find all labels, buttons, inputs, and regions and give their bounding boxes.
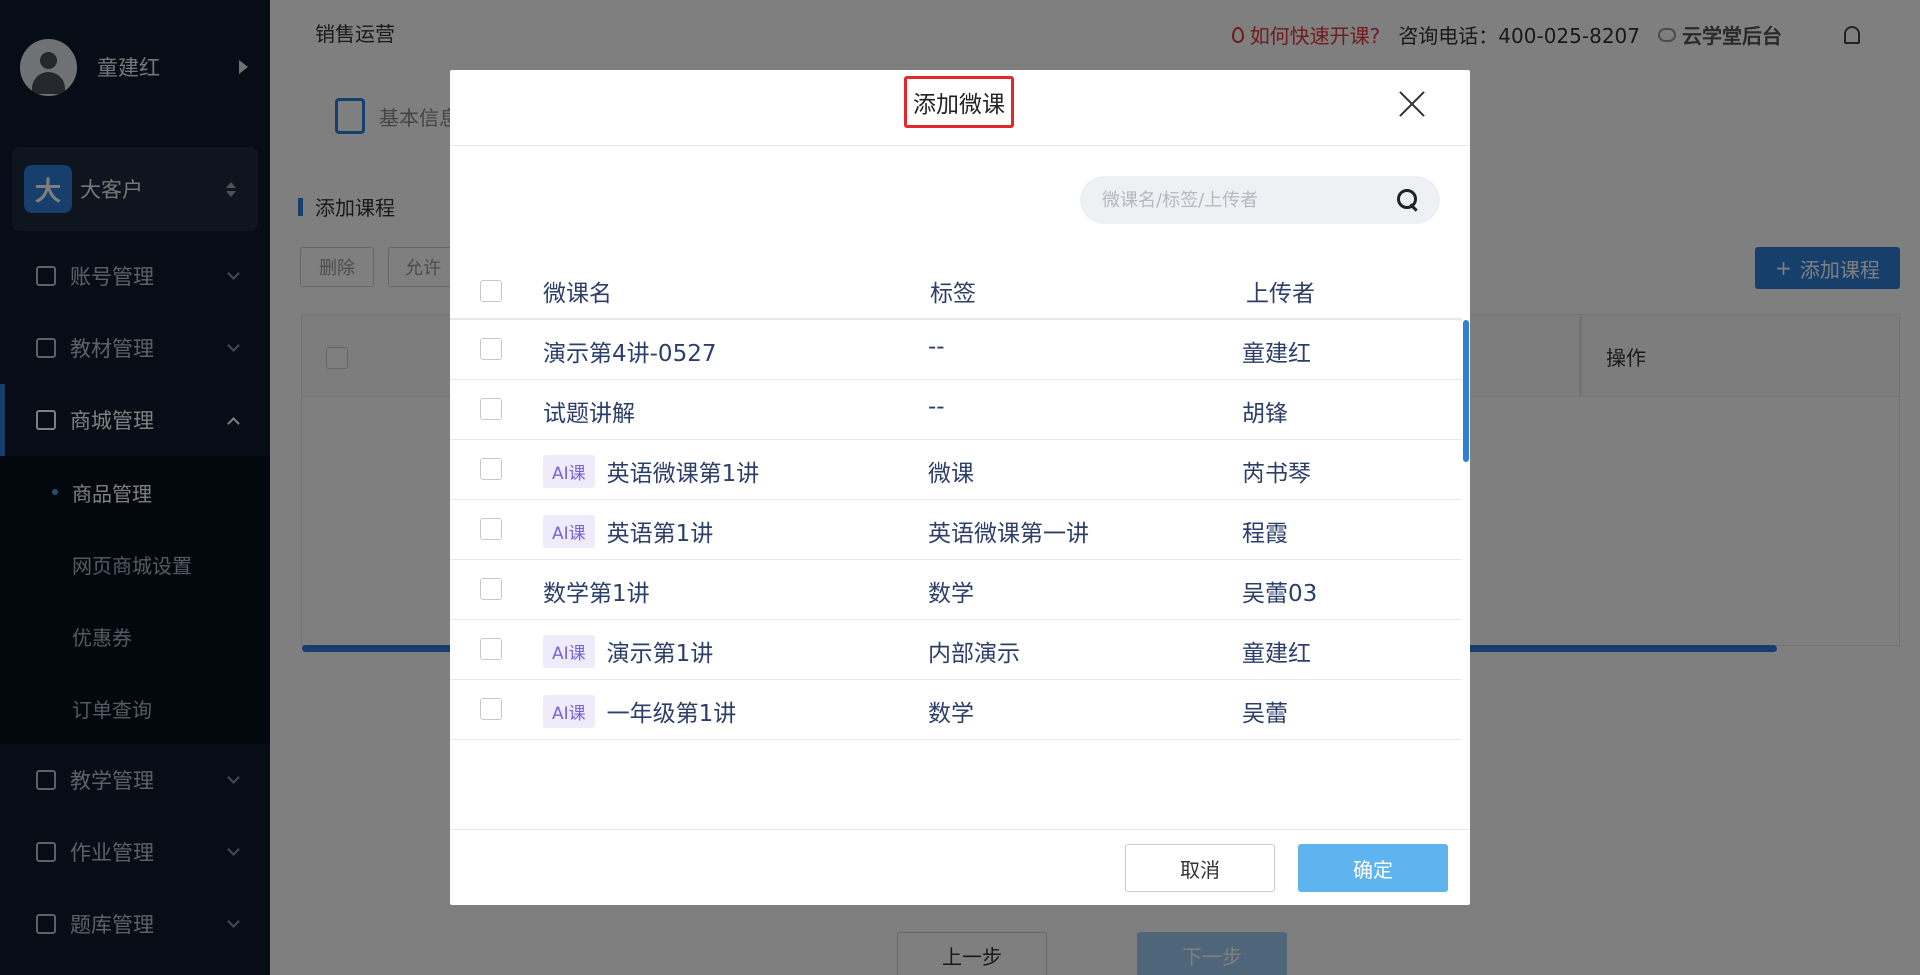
lesson-uploader: 吴蕾: [1242, 701, 1288, 727]
table-row[interactable]: 数学第1讲 数学 吴蕾03: [450, 560, 1462, 620]
table-row[interactable]: 演示第4讲-0527 -- 童建红: [450, 320, 1462, 380]
lesson-tag: 内部演示: [928, 641, 1020, 667]
lesson-name: 英语微课第1讲: [606, 461, 760, 487]
lesson-uploader: 程霞: [1242, 521, 1288, 547]
row-checkbox[interactable]: [480, 398, 502, 420]
ai-badge: AI课: [543, 454, 595, 488]
column-uploader: 上传者: [1246, 281, 1315, 307]
confirm-button[interactable]: 确定: [1298, 844, 1448, 892]
lesson-name: 演示第4讲-0527: [543, 341, 717, 367]
lesson-tag: --: [928, 394, 945, 420]
lesson-uploader: 胡锋: [1242, 401, 1288, 427]
lesson-name: 演示第1讲: [606, 641, 714, 667]
column-name: 微课名: [543, 281, 612, 307]
row-checkbox[interactable]: [480, 338, 502, 360]
lesson-name: 一年级第1讲: [606, 701, 737, 727]
column-tag: 标签: [930, 281, 976, 307]
close-icon[interactable]: [1398, 90, 1426, 118]
lesson-uploader: 童建红: [1242, 341, 1311, 367]
add-microlesson-dialog: 添加微课 微课名 标签 上传者 演示第4讲-0527 -- 童建红 试题讲解 -…: [450, 70, 1470, 905]
table-row[interactable]: AI课 英语第1讲 英语微课第一讲 程霞: [450, 500, 1462, 560]
lesson-uploader: 童建红: [1242, 641, 1311, 667]
ai-badge: AI课: [543, 634, 595, 668]
table-row[interactable]: AI课 一年级第1讲 数学 吴蕾: [450, 680, 1462, 740]
row-checkbox[interactable]: [480, 458, 502, 480]
search-icon[interactable]: [1397, 189, 1418, 210]
dialog-footer: 取消 确定: [450, 829, 1470, 905]
table-row[interactable]: AI课 英语微课第1讲 微课 芮书琴: [450, 440, 1462, 500]
row-checkbox[interactable]: [480, 698, 502, 720]
lesson-tag: 微课: [928, 461, 974, 487]
table-header: 微课名 标签 上传者: [450, 260, 1462, 320]
lesson-uploader: 芮书琴: [1242, 461, 1311, 487]
row-checkbox[interactable]: [480, 578, 502, 600]
lesson-tag: 数学: [928, 701, 974, 727]
table-row[interactable]: 试题讲解 -- 胡锋: [450, 380, 1462, 440]
lesson-name: 试题讲解: [543, 401, 635, 427]
lesson-uploader: 吴蕾03: [1242, 581, 1318, 607]
select-all-checkbox[interactable]: [480, 280, 502, 302]
vertical-scrollbar[interactable]: [1463, 320, 1469, 462]
dialog-header: 添加微课: [450, 70, 1470, 146]
lesson-tag: 数学: [928, 581, 974, 607]
search-field[interactable]: [1080, 176, 1440, 224]
lesson-tag: 英语微课第一讲: [928, 521, 1089, 547]
lesson-name: 数学第1讲: [543, 581, 650, 607]
cancel-button[interactable]: 取消: [1125, 844, 1275, 892]
lesson-tag: --: [928, 334, 945, 360]
search-input[interactable]: [1102, 189, 1392, 211]
table-row[interactable]: AI课 演示第1讲 内部演示 童建红: [450, 620, 1462, 680]
lesson-name: 英语第1讲: [606, 521, 714, 547]
row-checkbox[interactable]: [480, 518, 502, 540]
ai-badge: AI课: [543, 514, 595, 548]
microlesson-table: 微课名 标签 上传者 演示第4讲-0527 -- 童建红 试题讲解 -- 胡锋 …: [450, 260, 1462, 740]
dialog-title: 添加微课: [904, 76, 1014, 128]
ai-badge: AI课: [543, 694, 595, 728]
row-checkbox[interactable]: [480, 638, 502, 660]
